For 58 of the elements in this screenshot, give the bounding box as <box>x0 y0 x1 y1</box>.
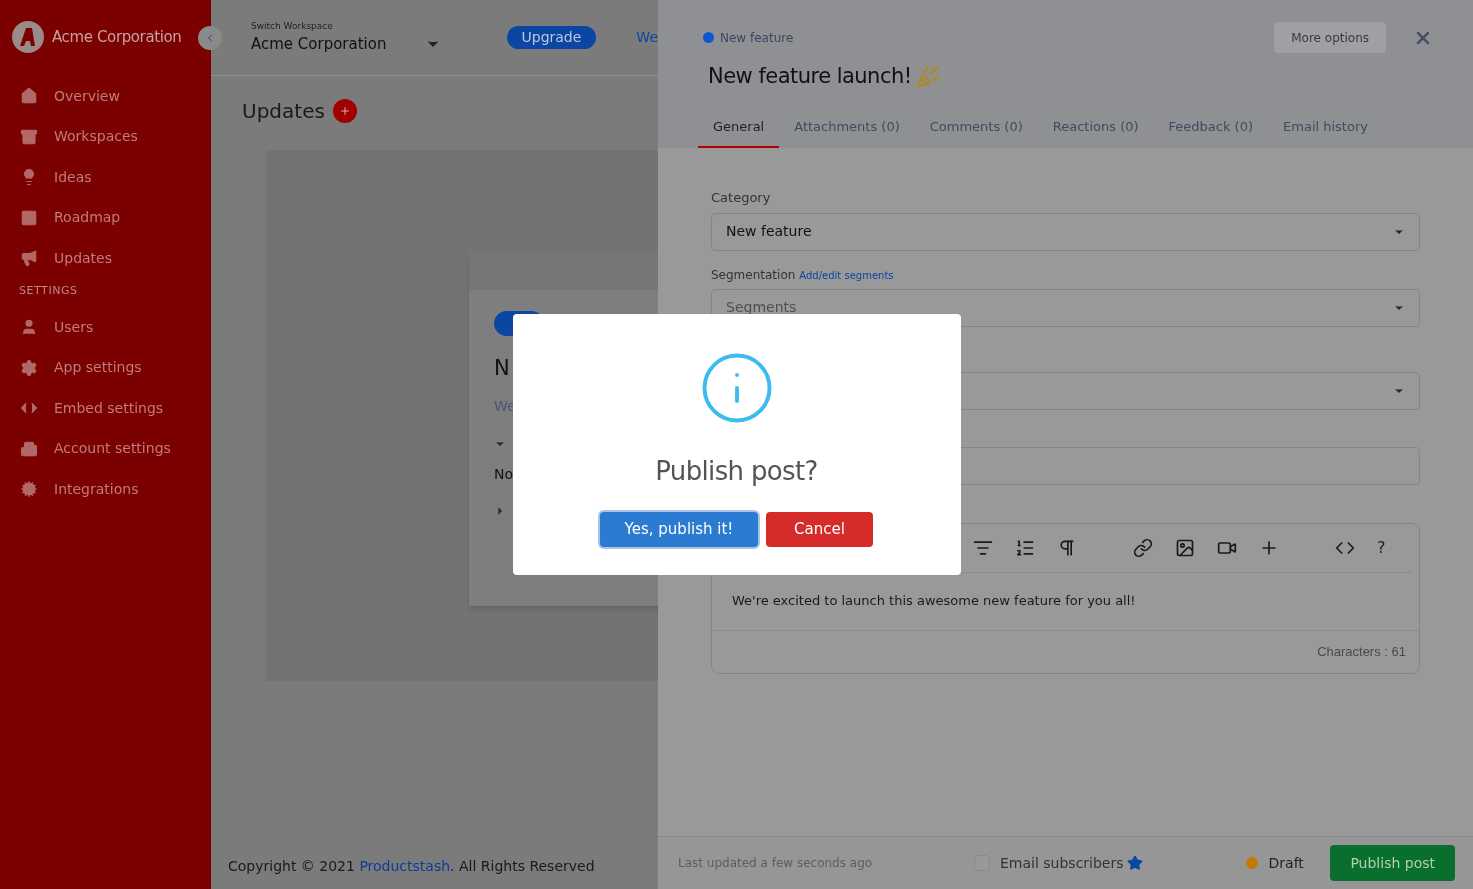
party-popper-icon <box>915 64 940 89</box>
productstash-link[interactable]: Productstash <box>359 858 451 874</box>
star-icon <box>1126 855 1143 871</box>
sidebar-item[interactable]: Ideas <box>0 157 211 198</box>
checkbox-label: Email subscribers <box>1000 853 1124 873</box>
megaphone-icon <box>20 249 38 268</box>
image-icon[interactable] <box>1175 537 1195 558</box>
field-label: Category <box>711 189 772 207</box>
sidebar-item[interactable]: Updates <box>0 238 211 279</box>
sidebar-item[interactable]: Roadmap <box>0 197 211 238</box>
add-edit-segments-link[interactable]: Add/edit segments <box>799 267 894 283</box>
sidebar-item[interactable]: Overview <box>0 76 211 117</box>
tab[interactable]: Feedback (0) <box>1153 107 1269 148</box>
sidebar-item[interactable]: App settings <box>0 347 211 388</box>
more-options-button[interactable]: More options <box>1274 22 1386 53</box>
page-title: Updates <box>242 98 325 125</box>
columns-icon <box>20 208 38 227</box>
copyright-text: Copyright © 2021 Productstash. All Rights Reserved <box>228 857 595 876</box>
switch-workspace-label: Switch Workspace <box>251 19 334 33</box>
status-label: Draft <box>1268 853 1304 873</box>
archive-box-icon <box>20 127 38 146</box>
gear-icon <box>20 480 38 499</box>
category-label: New feature <box>720 29 794 47</box>
field-label: Segmentation <box>711 266 796 284</box>
post-title: N <box>494 355 510 382</box>
tab[interactable]: General <box>698 107 780 148</box>
settings-icon <box>20 358 38 377</box>
help-button[interactable]: ? <box>1377 535 1386 560</box>
building-icon <box>20 439 38 458</box>
tab[interactable]: Comments (0) <box>914 107 1038 148</box>
sidebar-item[interactable]: Workspaces <box>0 116 211 157</box>
sidebar-item[interactable]: Users <box>0 307 211 348</box>
workspace-select[interactable]: Acme Corporation <box>251 33 441 56</box>
tab[interactable]: Attachments (0) <box>779 107 915 148</box>
section-heading: SETTINGS <box>18 282 79 299</box>
user-icon <box>20 318 38 337</box>
house-icon <box>20 87 38 106</box>
upgrade-button[interactable]: Upgrade <box>506 26 597 49</box>
brand-name: Acme Corporation <box>52 26 182 48</box>
tab[interactable]: Email history <box>1268 107 1383 148</box>
post-title: New feature launch! <box>708 63 912 90</box>
plus-icon <box>338 105 351 117</box>
sidebar-item[interactable]: Account settings <box>0 428 211 469</box>
collapse-button[interactable] <box>198 26 222 50</box>
sidebar-item[interactable]: Embed settings <box>0 388 211 429</box>
character-count: Characters : 61 <box>1316 642 1407 661</box>
header-link[interactable]: We <box>636 27 658 48</box>
logo-icon <box>12 21 44 53</box>
dialog-title: Publish post? <box>655 455 818 488</box>
category-select[interactable]: New feature <box>711 212 1420 251</box>
sidebar-item[interactable]: Integrations <box>0 469 211 510</box>
cancel-button[interactable]: Cancel <box>766 512 873 547</box>
confirm-button[interactable]: Yes, publish it! <box>600 512 758 547</box>
tab[interactable]: Reactions (0) <box>1037 107 1154 148</box>
post-row-text: No <box>494 464 514 484</box>
publish-post-button[interactable]: Publish post <box>1330 845 1455 881</box>
last-updated-text: Last updated a few seconds ago <box>678 855 874 872</box>
link-icon[interactable] <box>1133 537 1153 558</box>
